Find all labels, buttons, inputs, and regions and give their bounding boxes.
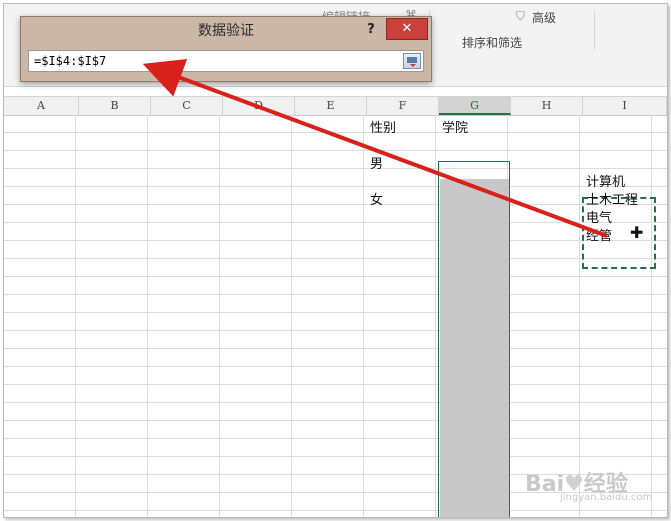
screenshot-frame: 编辑链接 ⌘ ⛉ 高级 排序和筛选 A B C D E F G H I 性别 学… bbox=[3, 3, 668, 518]
annotation-arrow bbox=[142, 58, 608, 238]
arrow-line bbox=[142, 58, 608, 238]
baidu-watermark-url: jingyan.baidu.com bbox=[560, 492, 653, 503]
